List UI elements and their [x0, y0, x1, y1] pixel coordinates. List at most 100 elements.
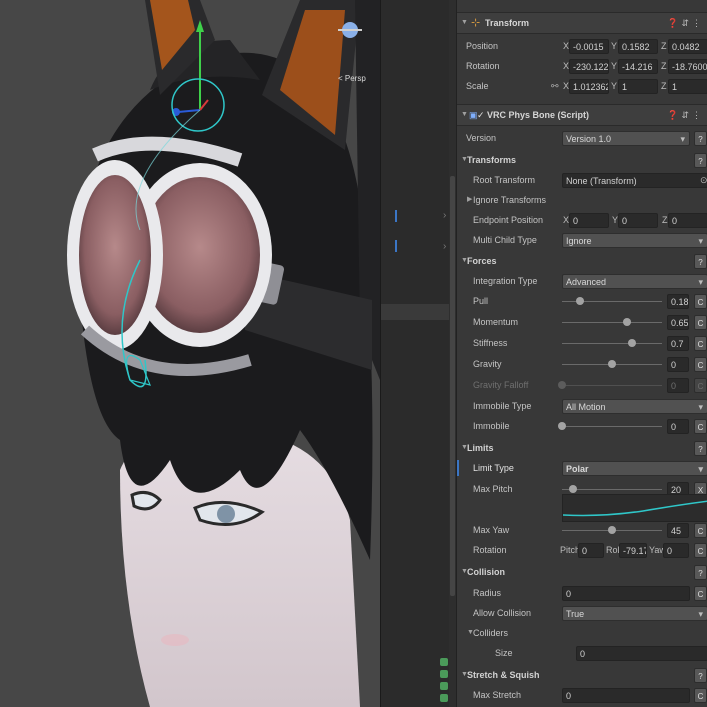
scale-z-field[interactable]: 1: [668, 79, 707, 94]
immobile-field[interactable]: 0: [667, 419, 689, 434]
gravity-falloff-slider-handle: [558, 381, 566, 389]
curve-button[interactable]: C: [694, 294, 707, 309]
help-button[interactable]: ?: [694, 254, 707, 269]
scale-row: Scale ⚯ X 1.012362 Y 1 Z 1: [457, 76, 707, 96]
max-yaw-slider-handle[interactable]: [608, 526, 616, 534]
endpoint-z-field[interactable]: 0: [668, 213, 707, 228]
allow-collision-row: Allow Collision True: [457, 603, 707, 623]
curve-button[interactable]: C: [694, 419, 707, 434]
radius-field[interactable]: 0: [562, 586, 690, 601]
max-pitch-curve-preview[interactable]: [562, 494, 707, 522]
curve-button[interactable]: C: [694, 523, 707, 538]
gravity-falloff-field: 0: [667, 378, 689, 393]
limit-type-dropdown[interactable]: Polar: [562, 461, 707, 477]
component-icon: [440, 670, 448, 678]
selection-marker: [395, 210, 397, 222]
position-z-field[interactable]: 0.0482: [668, 39, 707, 54]
link-icon[interactable]: ⚯: [551, 76, 559, 96]
max-pitch-slider-track[interactable]: [562, 489, 662, 490]
radius-row: Radius 0 C: [457, 583, 707, 603]
enabled-checkbox[interactable]: ✓: [477, 105, 485, 125]
transform-icon: ⊹: [471, 17, 481, 29]
expand-triangle-icon[interactable]: ▼: [461, 13, 468, 33]
curve-button[interactable]: C: [694, 586, 707, 601]
rotation-pitch-field[interactable]: 0: [578, 543, 604, 558]
transform-header[interactable]: ▼ ⊹ Transform ❓⇵⋮: [457, 12, 707, 34]
position-y-field[interactable]: 0.1582: [618, 39, 658, 54]
rotation-x-field[interactable]: -230.122: [569, 59, 609, 74]
endpoint-x-field[interactable]: 0: [569, 213, 609, 228]
curve-button[interactable]: C: [694, 315, 707, 330]
stiffness-slider-handle[interactable]: [628, 339, 636, 347]
ignore-transforms-row[interactable]: ▶ Ignore Transforms: [457, 190, 707, 210]
multi-child-type-row: Multi Child Type Ignore: [457, 230, 707, 250]
pull-slider-handle[interactable]: [576, 297, 584, 305]
expand-triangle-icon[interactable]: ▶: [467, 190, 472, 210]
object-picker-icon[interactable]: ⊙: [700, 170, 707, 190]
colliders-size-field[interactable]: 0: [576, 646, 707, 661]
momentum-row: Momentum 0.65 C: [457, 312, 707, 332]
position-x-field[interactable]: -0.0015: [569, 39, 609, 54]
stiffness-slider-track[interactable]: [562, 343, 662, 344]
curve-button[interactable]: C: [694, 336, 707, 351]
component-menu-icons[interactable]: ❓⇵⋮: [667, 105, 704, 125]
gravity-field[interactable]: 0: [667, 357, 689, 372]
limit-type-row: Limit Type Polar: [457, 458, 707, 478]
rotation-yaw-field[interactable]: 0: [663, 543, 689, 558]
endpoint-position-row: Endpoint Position X 0 Y 0 Z 0: [457, 210, 707, 230]
forces-section[interactable]: ▼ Forces ?: [457, 251, 707, 271]
version-dropdown[interactable]: Version 1.0: [562, 131, 690, 147]
momentum-slider-handle[interactable]: [623, 318, 631, 326]
endpoint-y-field[interactable]: 0: [618, 213, 658, 228]
momentum-slider-track[interactable]: [562, 322, 662, 323]
chevron-right-icon[interactable]: ›: [443, 210, 446, 221]
stiffness-field[interactable]: 0.7: [667, 336, 689, 351]
collision-section[interactable]: ▼ Collision ?: [457, 562, 707, 582]
limit-rotation-row: Rotation Pitch 0 Roll -79.17 Yaw 0 C: [457, 540, 707, 560]
gravity-falloff-slider-track: [562, 385, 662, 386]
root-transform-field[interactable]: None (Transform): [562, 173, 707, 188]
max-stretch-field[interactable]: 0: [562, 688, 690, 703]
rotation-roll-field[interactable]: -79.17: [619, 543, 647, 558]
help-button[interactable]: ?: [694, 565, 707, 580]
curve-button[interactable]: C: [694, 688, 707, 703]
colliders-row[interactable]: ▼ Colliders: [457, 623, 707, 643]
scene-view[interactable]: < Persp: [0, 0, 380, 707]
persp-label[interactable]: < Persp: [338, 74, 366, 83]
physbone-header[interactable]: ▼ ▣ ✓ VRC Phys Bone (Script) ❓⇵⋮: [457, 104, 707, 126]
max-yaw-field[interactable]: 45: [667, 523, 689, 538]
curve-button[interactable]: C: [694, 543, 707, 558]
gravity-slider-handle[interactable]: [608, 360, 616, 368]
help-button[interactable]: ?: [694, 131, 707, 146]
curve-button[interactable]: C: [694, 357, 707, 372]
transforms-section[interactable]: ▼ Transforms ?: [457, 150, 707, 170]
immobile-slider-handle[interactable]: [558, 422, 566, 430]
scale-y-field[interactable]: 1: [618, 79, 658, 94]
selected-row[interactable]: [381, 304, 449, 320]
help-button[interactable]: ?: [694, 153, 707, 168]
expand-triangle-icon[interactable]: ▼: [461, 105, 468, 125]
immobile-slider-track[interactable]: [562, 426, 662, 427]
immobile-type-dropdown[interactable]: All Motion: [562, 399, 707, 415]
gravity-falloff-row: Gravity Falloff 0 C: [457, 375, 707, 395]
component-icon: [440, 694, 448, 702]
scale-x-field[interactable]: 1.012362: [569, 79, 609, 94]
gravity-row: Gravity 0 C: [457, 354, 707, 374]
hierarchy-panel: › ›: [380, 0, 457, 707]
pull-field[interactable]: 0.18: [667, 294, 689, 309]
stretch-squish-section[interactable]: ▼ Stretch & Squish ?: [457, 665, 707, 685]
max-pitch-slider-handle[interactable]: [569, 485, 577, 493]
rotation-z-field[interactable]: -18.76001: [668, 59, 707, 74]
momentum-field[interactable]: 0.65: [667, 315, 689, 330]
limits-section[interactable]: ▼ Limits ?: [457, 438, 707, 458]
help-button[interactable]: ?: [694, 668, 707, 683]
colliders-size-row: Size 0: [457, 643, 707, 663]
component-icon: [440, 682, 448, 690]
allow-collision-dropdown[interactable]: True: [562, 606, 707, 622]
integration-type-dropdown[interactable]: Advanced: [562, 274, 707, 290]
rotation-y-field[interactable]: -14.216: [618, 59, 658, 74]
chevron-right-icon[interactable]: ›: [443, 241, 446, 252]
multi-child-type-dropdown[interactable]: Ignore: [562, 233, 707, 249]
help-button[interactable]: ?: [694, 441, 707, 456]
component-menu-icons[interactable]: ❓⇵⋮: [667, 13, 704, 33]
